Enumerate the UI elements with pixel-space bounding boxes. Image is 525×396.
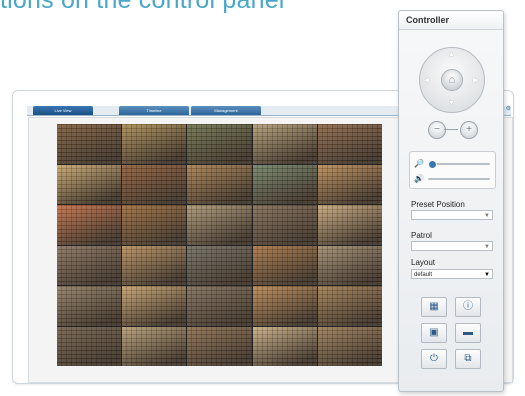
zoom-slider-track[interactable]	[428, 160, 490, 169]
camera-feed-tile[interactable]	[252, 205, 317, 245]
camera-feed-tile[interactable]	[57, 286, 122, 326]
camera-feed-tile[interactable]	[122, 164, 187, 204]
arrow-right-icon[interactable]: ▶	[473, 76, 478, 84]
camera-feed-tile[interactable]	[252, 245, 317, 285]
arrow-down-icon[interactable]: ▼	[448, 100, 455, 107]
zoom-divider	[444, 129, 458, 130]
info-icon: ⓘ	[463, 301, 473, 312]
layout-value: default	[414, 272, 433, 278]
camera-feed-tile[interactable]	[252, 124, 317, 164]
controller-panel: Controller ▲ ▼ ◀ ▶ ⌂ − + 🔎 🔊 Preset Posi…	[398, 10, 504, 392]
camera-feed-tile[interactable]	[122, 245, 187, 285]
layout-grid-button[interactable]: ▦	[421, 297, 447, 317]
camera-feed-tile[interactable]	[57, 164, 122, 204]
arrow-up-icon[interactable]: ▲	[448, 51, 455, 58]
ptz-control-ring[interactable]: ▲ ▼ ◀ ▶ ⌂	[419, 47, 485, 113]
camera-feed-tile[interactable]	[317, 326, 382, 366]
camera-feed-tile[interactable]	[317, 286, 382, 326]
camera-feed-tile[interactable]	[187, 245, 252, 285]
camera-feed-tile[interactable]	[57, 326, 122, 366]
camera-feed-tile[interactable]	[252, 164, 317, 204]
home-icon[interactable]: ⌂	[441, 69, 463, 91]
camera-feed-tile[interactable]	[57, 205, 122, 245]
camera-feed-tile[interactable]	[57, 245, 122, 285]
preset-position-label: Preset Position	[411, 200, 465, 209]
snapshot-button[interactable]: ▣	[421, 323, 447, 343]
camera-feed-tile[interactable]	[187, 164, 252, 204]
record-button[interactable]: ▬	[455, 323, 481, 343]
page-heading: tions on the control panel	[0, 0, 285, 14]
power-button[interactable]: ⏻	[421, 349, 447, 369]
camera-feed-tile[interactable]	[187, 286, 252, 326]
controller-title: Controller	[406, 15, 450, 25]
zoom-out-button[interactable]: −	[428, 121, 446, 139]
camera-feed-tile[interactable]	[187, 326, 252, 366]
volume-icon: 🔊	[414, 174, 424, 183]
chevron-down-icon: ▼	[484, 213, 490, 219]
info-button[interactable]: ⓘ	[455, 297, 481, 317]
camera-feed-tile[interactable]	[57, 124, 122, 164]
camera-feed-tile[interactable]	[317, 164, 382, 204]
chevron-down-icon: ▼	[484, 272, 490, 278]
zoom-icon: 🔎	[414, 159, 424, 168]
zoom-in-button[interactable]: +	[460, 121, 478, 139]
layout-select[interactable]: default ▼	[411, 269, 493, 279]
windows-icon: ⧉	[464, 353, 472, 364]
camera-feed-tile[interactable]	[122, 205, 187, 245]
camera-feed-tile[interactable]	[187, 124, 252, 164]
tab-live-view[interactable]: Live View	[33, 106, 93, 115]
arrow-left-icon[interactable]: ◀	[424, 76, 429, 84]
tab-management[interactable]: Management	[191, 106, 261, 115]
camera-feed-tile[interactable]	[122, 124, 187, 164]
camera-icon: ▣	[429, 327, 439, 338]
tab-timeline[interactable]: Timeline	[119, 106, 189, 115]
camera-feed-tile[interactable]	[122, 286, 187, 326]
zoom-slider-knob[interactable]	[428, 160, 437, 169]
patrol-label: Patrol	[411, 231, 432, 240]
patrol-select[interactable]: ▼	[411, 241, 493, 251]
multi-window-button[interactable]: ⧉	[455, 349, 481, 369]
power-icon: ⏻	[430, 353, 438, 364]
camera-feed-tile[interactable]	[317, 245, 382, 285]
camera-feed-tile[interactable]	[252, 286, 317, 326]
camera-grid	[57, 124, 382, 366]
camera-feed-tile[interactable]	[122, 326, 187, 366]
slider-group: 🔎 🔊	[409, 151, 496, 189]
camera-feed-tile[interactable]	[252, 326, 317, 366]
video-camera-icon: ▬	[463, 327, 473, 338]
chevron-down-icon: ▼	[484, 244, 490, 250]
camera-feed-tile[interactable]	[187, 205, 252, 245]
camera-feed-tile[interactable]	[317, 124, 382, 164]
camera-feed-tile[interactable]	[317, 205, 382, 245]
grid-icon: ▦	[429, 301, 439, 312]
layout-label: Layout	[411, 258, 436, 267]
preset-position-select[interactable]: ▼	[411, 210, 493, 220]
volume-slider-track[interactable]	[428, 178, 490, 180]
